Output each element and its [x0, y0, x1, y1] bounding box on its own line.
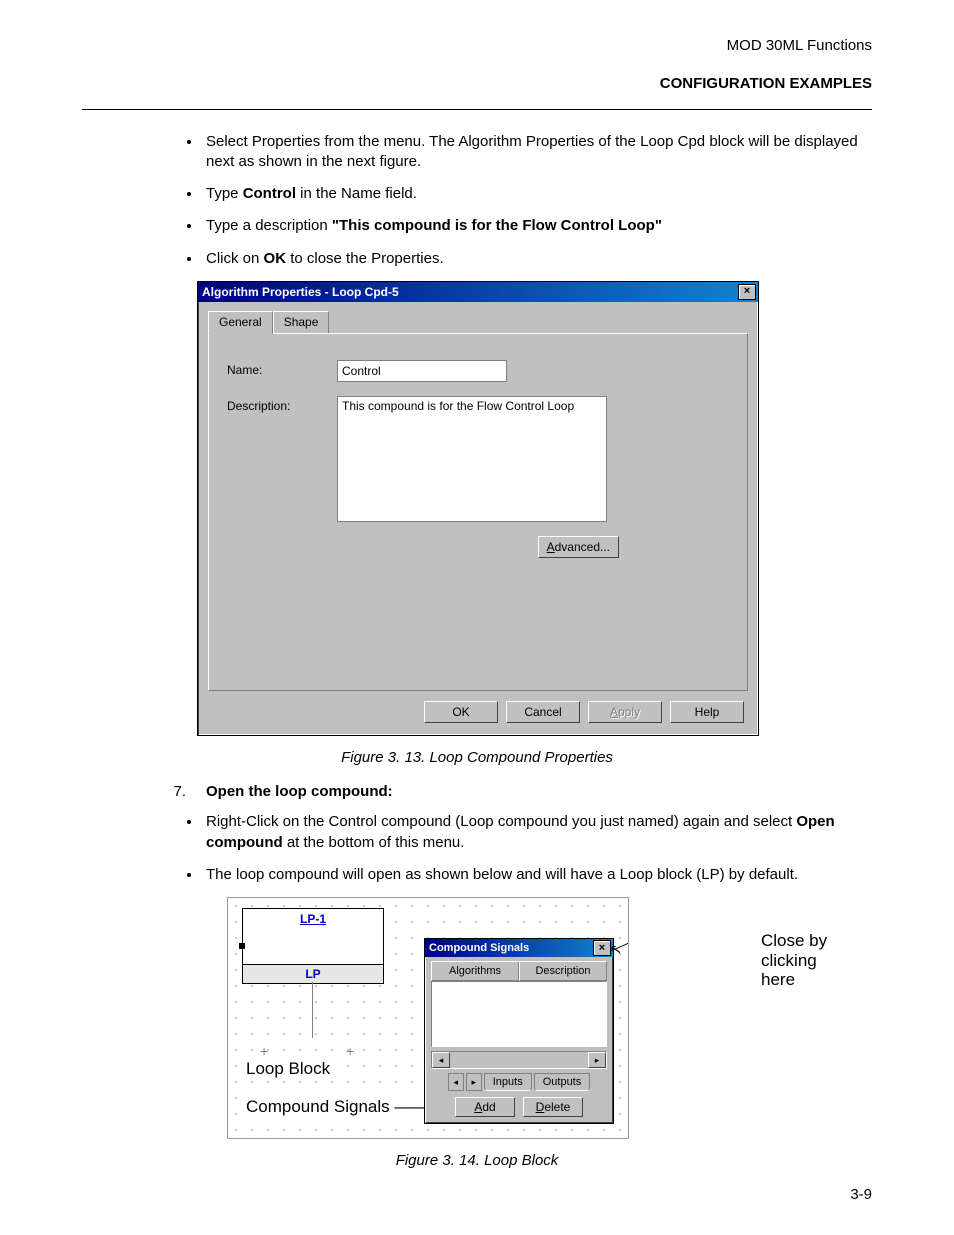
tab-nav-left-icon[interactable]: ◂: [448, 1073, 464, 1091]
txt: at the bottom of this menu.: [283, 834, 465, 851]
instruction-bullets-top: Select Properties from the menu. The Alg…: [202, 132, 872, 269]
dialog-titlebar: Algorithm Properties - Loop Cpd-5 ×: [198, 282, 758, 302]
lp-block-title: LP-1: [300, 912, 326, 926]
bullet-loop-compound-open: The loop compound will open as shown bel…: [202, 865, 872, 885]
lp-block[interactable]: LP-1 LP: [242, 908, 384, 984]
annotation-loop-block: Loop Block: [242, 1058, 334, 1081]
palette-tabs: ◂ ▸ Inputs Outputs: [431, 1073, 607, 1091]
txt: to close the Properties.: [286, 250, 444, 267]
txt: here: [761, 970, 881, 990]
scroll-left-icon[interactable]: ◂: [432, 1052, 450, 1068]
tab-shape[interactable]: Shape: [273, 311, 330, 334]
lp-block-footer: LP: [243, 964, 383, 983]
page-number: 3-9: [850, 1185, 872, 1205]
txt-bold: Control: [243, 185, 296, 202]
palette-column-headers: Algorithms Description: [431, 961, 607, 981]
bullet-click-ok: Click on OK to close the Properties.: [202, 249, 872, 269]
step-7-bullets: Right-Click on the Control compound (Loo…: [202, 812, 872, 885]
txt: clicking: [761, 951, 881, 971]
bullet-type-description: Type a description "This compound is for…: [202, 216, 872, 236]
bullet-type-control: Type Control in the Name field.: [202, 184, 872, 204]
compound-signals-palette[interactable]: Compound Signals × Algorithms Descriptio…: [424, 938, 614, 1124]
tab-nav-right-icon[interactable]: ▸: [466, 1073, 482, 1091]
dialog-title: Algorithm Properties - Loop Cpd-5: [202, 284, 399, 300]
running-header-2: CONFIGURATION EXAMPLES: [82, 74, 872, 94]
txt: Right-Click on the Control compound (Loo…: [206, 813, 796, 830]
txt: Close by: [761, 931, 881, 951]
tab-general[interactable]: General: [208, 311, 273, 334]
step-7-number: 7.: [162, 782, 186, 802]
description-field[interactable]: This compound is for the Flow Control Lo…: [337, 396, 607, 522]
bullet-open-compound: Right-Click on the Control compound (Loo…: [202, 812, 872, 853]
scroll-right-icon[interactable]: ▸: [588, 1052, 606, 1068]
col-description[interactable]: Description: [519, 961, 607, 981]
ok-button[interactable]: OK: [424, 701, 498, 723]
figure-3-13-caption: Figure 3. 13. Loop Compound Properties: [82, 748, 872, 768]
header-rule: [82, 109, 872, 110]
txt-bold: OK: [264, 250, 287, 267]
txt: Compound Signals ——: [246, 1097, 428, 1116]
col-algorithms[interactable]: Algorithms: [431, 961, 519, 981]
figure-3-14-caption: Figure 3. 14. Loop Block: [82, 1151, 872, 1171]
txt: in the Name field.: [296, 185, 417, 202]
loop-editor-canvas: LP-1 LP + + Loop Block Compound Signals …: [227, 897, 629, 1139]
connector-line: [312, 982, 313, 1038]
callout-close-here: Close by clicking here: [761, 931, 881, 990]
dialog-footer: OK Cancel Apply Help: [198, 691, 758, 735]
txt: Type: [206, 185, 243, 202]
block-port-left[interactable]: [239, 943, 245, 949]
tab-inputs[interactable]: Inputs: [484, 1073, 532, 1091]
palette-hscrollbar[interactable]: ◂ ▸: [431, 1051, 607, 1069]
step-7-title: Open the loop compound:: [206, 782, 393, 802]
tab-outputs[interactable]: Outputs: [534, 1073, 591, 1091]
algorithm-properties-dialog: Algorithm Properties - Loop Cpd-5 × Gene…: [197, 281, 759, 736]
txt: Type a description: [206, 217, 332, 234]
running-header-1: MOD 30ML Functions: [82, 36, 872, 56]
name-label: Name:: [227, 360, 337, 378]
apply-button[interactable]: Apply: [588, 701, 662, 723]
close-icon[interactable]: ×: [738, 284, 756, 300]
tab-panel-general: Name: Description: This compound is for …: [208, 333, 748, 691]
add-button[interactable]: Add: [455, 1097, 515, 1117]
txt: Click on: [206, 250, 264, 267]
advanced-button[interactable]: Advanced...: [538, 536, 619, 558]
step-7: 7. Open the loop compound:: [162, 782, 872, 802]
dialog-tabrow: General Shape: [208, 310, 748, 333]
delete-button[interactable]: Delete: [523, 1097, 583, 1117]
annotation-compound-signals: Compound Signals ——: [242, 1096, 432, 1119]
palette-titlebar: Compound Signals ×: [425, 939, 613, 957]
name-field[interactable]: [337, 360, 507, 382]
bullet-select-properties: Select Properties from the menu. The Alg…: [202, 132, 872, 173]
palette-list[interactable]: [431, 981, 607, 1047]
description-label: Description:: [227, 396, 337, 414]
help-button[interactable]: Help: [670, 701, 744, 723]
cancel-button[interactable]: Cancel: [506, 701, 580, 723]
txt-bold: "This compound is for the Flow Control L…: [332, 217, 662, 234]
grid-plus-icon: +: [346, 1042, 354, 1061]
palette-title: Compound Signals: [429, 941, 529, 956]
